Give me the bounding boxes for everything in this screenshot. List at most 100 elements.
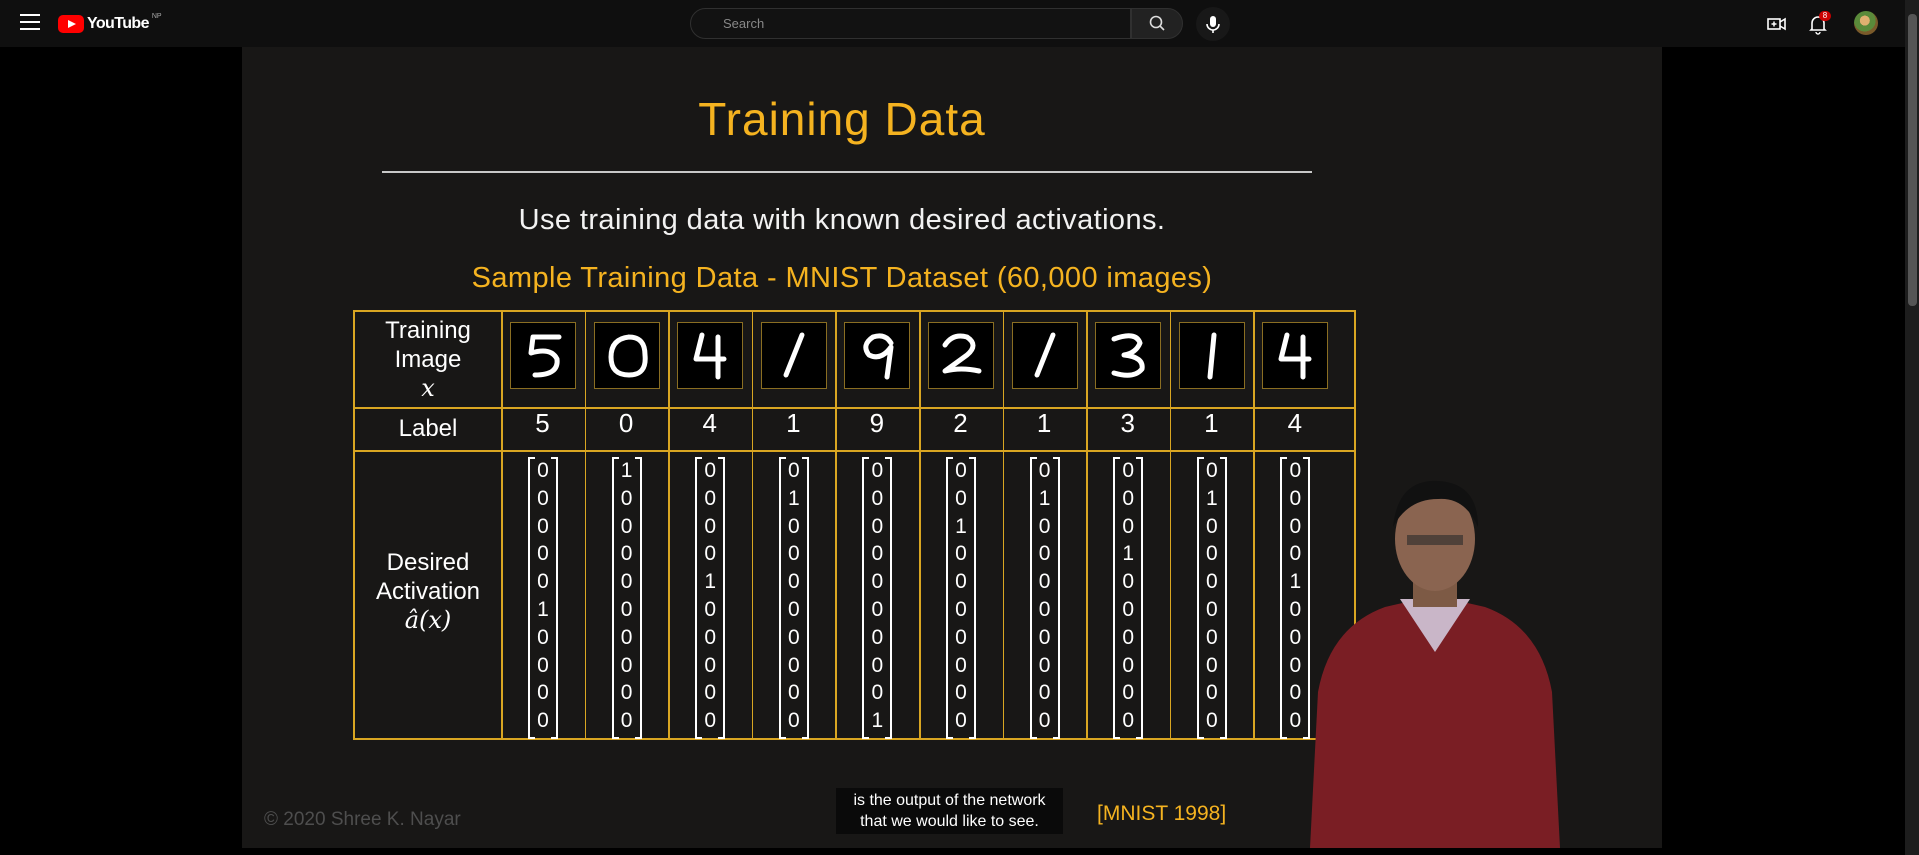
activation-value: 0: [1038, 459, 1051, 482]
activation-value: 0: [1205, 459, 1218, 482]
row-header-symbol: x: [421, 374, 435, 402]
column-divider: [1169, 312, 1172, 738]
activation-value: 0: [871, 542, 884, 566]
activation-value: 0: [871, 653, 884, 677]
column-divider: [751, 312, 754, 738]
activation-value: 0: [620, 681, 633, 705]
activation-value: 0: [1205, 542, 1218, 566]
digit-label: 1: [786, 408, 801, 438]
hamburger-menu-button[interactable]: [20, 14, 40, 30]
activation-value: 0: [1205, 514, 1218, 538]
activation-value: 0: [1122, 709, 1135, 733]
activation-value: 1: [1205, 486, 1218, 510]
activation-vector: 0 1 0 0 0 0 0 0 0 0: [1196, 457, 1227, 739]
column-divider: [919, 312, 921, 738]
activation-value: 0: [704, 598, 717, 621]
activation-value: 0: [955, 653, 967, 677]
activation-value: 0: [1038, 542, 1051, 566]
activation-value: 0: [620, 486, 633, 510]
activation-value: 1: [787, 486, 800, 510]
row-header-line: Desired: [386, 549, 470, 576]
video-player[interactable]: Training Data Use training data with kno…: [0, 47, 1905, 848]
activation-value: 1: [620, 459, 633, 482]
mnist-digit-image: [760, 322, 827, 389]
activation-value: 1: [871, 709, 884, 733]
mnist-digit-image: [1178, 322, 1245, 389]
activation-value: 0: [787, 653, 800, 677]
activation-value: 0: [787, 459, 800, 482]
column-divider: [835, 312, 837, 738]
notification-count-badge: 8: [1819, 11, 1831, 21]
activation-value: 0: [537, 653, 549, 677]
user-avatar[interactable]: [1854, 11, 1878, 35]
activation-value: 0: [787, 625, 800, 649]
search-icon: [1149, 15, 1165, 31]
mic-icon: [1206, 16, 1220, 33]
activation-value: 0: [1122, 486, 1135, 510]
activation-value: 0: [787, 514, 800, 538]
activation-value: 0: [955, 709, 967, 733]
youtube-logo[interactable]: YouTube NP: [58, 12, 162, 34]
activation-vector: 0 0 0 0 1 0 0 0 0 0: [695, 457, 726, 739]
title-divider: [382, 171, 1312, 173]
activation-vector: 0 0 0 0 0 1 0 0 0 0: [528, 457, 558, 739]
activation-value: 0: [871, 625, 884, 649]
activation-value: 0: [871, 459, 884, 482]
activation-value: 0: [620, 542, 633, 566]
caption-line: is the output of the network: [853, 792, 1046, 809]
activation-value: 0: [1038, 514, 1051, 538]
activation-vector: 0 0 1 0 0 0 0 0 0 0: [946, 457, 976, 739]
notifications-button[interactable]: 8: [1806, 11, 1831, 36]
search-button[interactable]: [1131, 8, 1183, 39]
create-button[interactable]: [1765, 12, 1789, 36]
search-input[interactable]: [691, 9, 1091, 38]
activation-vector: 0 0 0 0 0 0 0 0 0 1: [862, 457, 893, 739]
create-video-icon: [1767, 17, 1786, 31]
activation-value: 0: [1205, 653, 1218, 677]
activation-value: 0: [955, 542, 967, 566]
activation-value: 0: [871, 486, 884, 510]
digit-label: 1: [1204, 408, 1219, 438]
activation-value: 0: [1122, 514, 1135, 538]
mnist-digit-image: [1011, 322, 1078, 389]
activation-value: 0: [871, 514, 884, 538]
activation-value: 0: [537, 625, 549, 649]
activation-value: 0: [620, 653, 633, 677]
activation-value: 0: [955, 459, 967, 482]
scrollbar-thumb[interactable]: [1908, 14, 1917, 306]
country-code: NP: [151, 12, 162, 20]
voice-search-button[interactable]: [1196, 7, 1230, 41]
activation-value: 0: [1122, 653, 1135, 677]
activation-value: 0: [537, 486, 549, 510]
column-divider: [1253, 312, 1255, 738]
digit-label: 1: [1036, 408, 1052, 438]
activation-value: 0: [1122, 570, 1135, 594]
slide-title: Training Data: [698, 93, 986, 145]
activation-value: 0: [871, 598, 884, 621]
activation-value: 0: [871, 681, 884, 705]
closed-caption: is the output of the network that we wou…: [836, 788, 1063, 834]
activation-value: 0: [537, 709, 549, 733]
digit-drawing: [608, 334, 648, 378]
mnist-digit-image: [510, 322, 576, 389]
activation-value: 0: [620, 598, 633, 621]
masthead: YouTube NP 8: [0, 0, 1919, 47]
activation-value: 0: [787, 681, 800, 705]
row-header-label: Label: [398, 415, 458, 442]
activation-value: 0: [704, 625, 717, 649]
mnist-digit-image: [1262, 322, 1329, 389]
activation-value: 0: [537, 514, 549, 538]
column-divider: [1086, 312, 1088, 738]
activation-value: 0: [620, 570, 633, 594]
activation-value: 0: [620, 625, 633, 649]
mnist-digit-image: [928, 322, 994, 389]
digit-label: 4: [1287, 408, 1303, 438]
digit-label: 9: [869, 408, 885, 438]
row-header-desired-activation: Desired Activation â(x): [355, 548, 501, 635]
training-data-table: Training Image x Label Desired Activatio…: [353, 310, 1356, 740]
activation-value: 0: [704, 709, 717, 733]
activation-value: 0: [1122, 598, 1135, 621]
row-header-symbol: â(x): [404, 606, 452, 634]
activation-value: 0: [704, 486, 717, 510]
copyright-text: © 2020 Shree K. Nayar: [264, 809, 461, 830]
